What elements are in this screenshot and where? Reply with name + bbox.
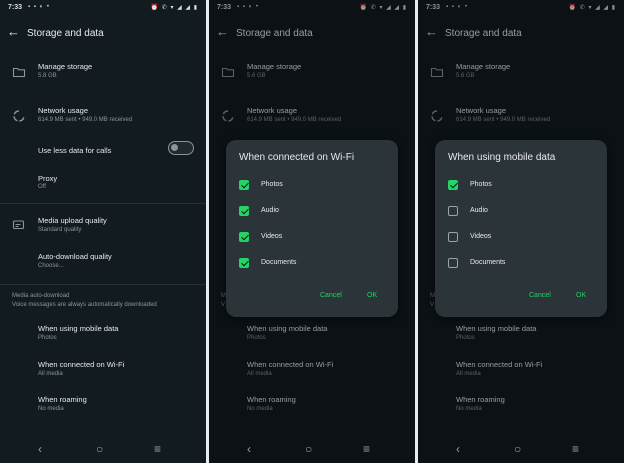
dialog-title: When using mobile data: [448, 152, 556, 163]
less-data-calls-item[interactable]: Use less data for calls: [0, 140, 206, 160]
option-label: Photos: [470, 181, 492, 188]
nav-home-icon[interactable]: ○: [514, 442, 521, 456]
ok-button[interactable]: OK: [367, 292, 377, 299]
proxy-item[interactable]: Proxy Off: [0, 172, 206, 194]
folder-icon: [12, 67, 26, 78]
option-videos[interactable]: Videos: [239, 232, 379, 246]
app-bar: ← Storage and data: [0, 20, 206, 48]
option-audio[interactable]: Audio: [239, 206, 379, 220]
divider: [0, 284, 206, 285]
checkbox-photos[interactable]: [239, 180, 249, 190]
manage-storage-item[interactable]: Manage storage 5.8 GB: [0, 60, 206, 86]
system-nav-bar: ‹ ○ ≡: [0, 437, 206, 463]
mobile-data-title: When using mobile data: [38, 324, 119, 333]
image-upload-icon: [12, 220, 25, 230]
screens-container: 7:33 ▪ ▪ ◐ • ⏰ ✆ ▾ ◢ ◢ ▮ ← Storage and d…: [0, 0, 624, 463]
system-icons: ⏰ ✆ ▾ ◢ ◢ ▮: [150, 5, 198, 11]
ok-button[interactable]: OK: [576, 292, 586, 299]
wifi-title: When connected on Wi-Fi: [38, 360, 125, 369]
page-title: Storage and data: [27, 28, 104, 39]
proxy-title: Proxy: [38, 174, 58, 183]
auto-download-quality-value: Choose...: [38, 263, 64, 269]
checkbox-photos[interactable]: [448, 180, 458, 190]
option-photos[interactable]: Photos: [239, 180, 379, 194]
proxy-status: Off: [38, 184, 46, 190]
media-upload-quality-item[interactable]: Media upload quality Standard quality: [0, 214, 206, 240]
option-label: Photos: [261, 181, 283, 188]
option-label: Documents: [470, 259, 506, 266]
status-bar: 7:33 ▪ ▪ ◐ • ⏰ ✆ ▾ ◢ ◢ ▮: [0, 0, 206, 17]
network-usage-stats: 614.9 MB sent • 949.0 MB received: [38, 117, 133, 123]
option-documents[interactable]: Documents: [448, 258, 588, 272]
checkbox-audio[interactable]: [448, 206, 458, 216]
media-upload-quality-value: Standard quality: [38, 227, 82, 233]
option-label: Audio: [261, 207, 279, 214]
nav-back-icon[interactable]: ‹: [247, 442, 251, 456]
nav-recents-icon[interactable]: ≡: [154, 442, 161, 456]
nav-home-icon[interactable]: ○: [96, 442, 103, 456]
less-data-calls-label: Use less data for calls: [38, 146, 112, 155]
option-photos[interactable]: Photos: [448, 180, 588, 194]
option-label: Videos: [470, 233, 492, 240]
system-nav-bar: ‹ ○ ≡: [418, 437, 624, 463]
roaming-item[interactable]: When roaming No media: [0, 393, 206, 417]
option-label: Documents: [261, 259, 297, 266]
mobile-data-download-dialog: When using mobile data Photos Audio Vide…: [435, 140, 607, 317]
auto-download-quality-item[interactable]: Auto-download quality Choose...: [0, 250, 206, 274]
divider: [0, 203, 206, 204]
checkbox-videos[interactable]: [448, 232, 458, 242]
option-label: Videos: [261, 233, 283, 240]
nav-recents-icon[interactable]: ≡: [363, 442, 370, 456]
option-label: Audio: [470, 207, 488, 214]
status-time: 7:33: [8, 4, 23, 11]
manage-storage-size: 5.8 GB: [38, 73, 57, 79]
cancel-button[interactable]: Cancel: [529, 292, 551, 299]
notification-icons: ▪ ▪ ◐ •: [28, 4, 50, 10]
wifi-value: All media: [38, 371, 63, 377]
data-usage-icon: [13, 110, 25, 122]
auto-download-quality-title: Auto-download quality: [38, 252, 112, 261]
wifi-item[interactable]: When connected on Wi-Fi All media: [0, 358, 206, 382]
checkbox-documents[interactable]: [239, 258, 249, 268]
system-nav-bar: ‹ ○ ≡: [209, 437, 415, 463]
network-usage-item[interactable]: Network usage 614.9 MB sent • 949.0 MB r…: [0, 104, 206, 130]
roaming-title: When roaming: [38, 395, 87, 404]
manage-storage-title: Manage storage: [38, 62, 93, 71]
wifi-download-dialog: When connected on Wi-Fi Photos Audio Vid…: [226, 140, 398, 317]
voice-messages-note: Voice messages are always automatically …: [12, 302, 157, 308]
checkbox-audio[interactable]: [239, 206, 249, 216]
option-audio[interactable]: Audio: [448, 206, 588, 220]
media-auto-download-heading: Media auto-download: [12, 293, 70, 299]
phone-screen-settings: 7:33 ▪ ▪ ◐ • ⏰ ✆ ▾ ◢ ◢ ▮ ← Storage and d…: [0, 0, 206, 463]
nav-home-icon[interactable]: ○: [305, 442, 312, 456]
nav-back-icon[interactable]: ‹: [38, 442, 42, 456]
option-videos[interactable]: Videos: [448, 232, 588, 246]
option-documents[interactable]: Documents: [239, 258, 379, 272]
toggle-knob: [171, 144, 178, 151]
dialog-title: When connected on Wi-Fi: [239, 152, 355, 163]
back-arrow-icon[interactable]: ←: [7, 24, 20, 39]
checkbox-documents[interactable]: [448, 258, 458, 268]
nav-back-icon[interactable]: ‹: [456, 442, 460, 456]
roaming-value: No media: [38, 406, 64, 412]
nav-recents-icon[interactable]: ≡: [572, 442, 579, 456]
phone-screen-mobile-dialog: 7:33 ▪ ▪ ◐ • ⏰ ✆ ▾ ◢ ◢ ▮ ← Storage and d…: [418, 0, 624, 463]
less-data-calls-toggle[interactable]: [168, 141, 194, 155]
mobile-data-value: Photos: [38, 335, 57, 341]
network-usage-title: Network usage: [38, 106, 89, 115]
phone-screen-wifi-dialog: 7:33 ▪ ▪ ◐ • ⏰ ✆ ▾ ◢ ◢ ▮ ← Storage and d…: [209, 0, 415, 463]
mobile-data-item[interactable]: When using mobile data Photos: [0, 322, 206, 346]
media-upload-quality-title: Media upload quality: [38, 216, 107, 225]
checkbox-videos[interactable]: [239, 232, 249, 242]
cancel-button[interactable]: Cancel: [320, 292, 342, 299]
